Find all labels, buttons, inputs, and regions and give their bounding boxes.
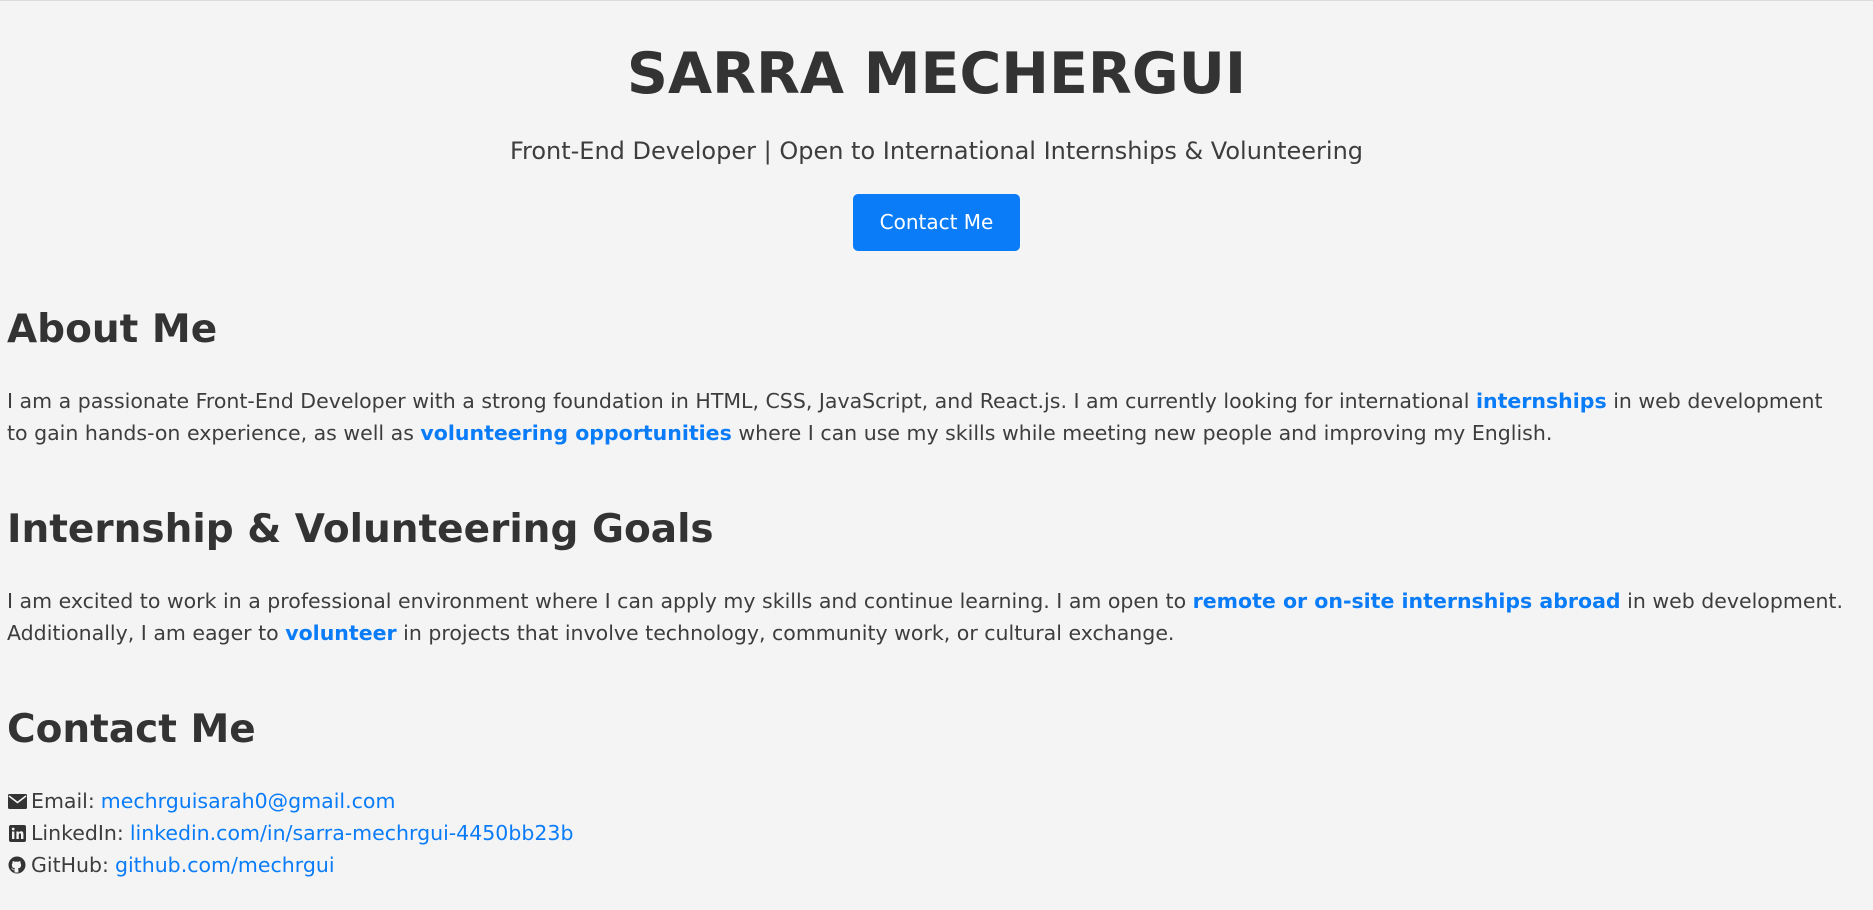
goals-section: Internship & Volunteering Goals I am exc… xyxy=(0,505,1873,649)
internships-abroad-highlight[interactable]: remote or on-site internships abroad xyxy=(1193,589,1621,613)
email-label: Email: xyxy=(31,789,95,813)
volunteer-highlight[interactable]: volunteer xyxy=(285,621,396,645)
goals-text-3: in projects that involve technology, com… xyxy=(396,621,1175,645)
contact-list: Email: mechrguisarah0@gmail.com LinkedIn… xyxy=(7,785,1843,881)
top-divider xyxy=(0,0,1873,1)
envelope-icon xyxy=(7,791,27,811)
linkedin-icon xyxy=(7,823,27,843)
github-label: GitHub: xyxy=(31,853,109,877)
github-link[interactable]: github.com/mechrgui xyxy=(115,849,335,881)
contact-item-email: Email: mechrguisarah0@gmail.com xyxy=(7,785,1843,817)
page-subtitle: Front-End Developer | Open to Internatio… xyxy=(509,137,1364,165)
contact-me-button[interactable]: Contact Me xyxy=(853,194,1020,251)
about-title: About Me xyxy=(7,307,218,352)
about-paragraph: I am a passionate Front-End Developer wi… xyxy=(7,385,1843,449)
contact-item-linkedin: LinkedIn: linkedin.com/in/sarra-mechrgui… xyxy=(7,817,1843,849)
goals-paragraph: I am excited to work in a professional e… xyxy=(7,585,1843,649)
hero-header: SARRA MECHERGUI Front-End Developer | Op… xyxy=(0,0,1873,251)
goals-title: Internship & Volunteering Goals xyxy=(7,507,714,552)
github-icon xyxy=(7,855,27,875)
page-title: SARRA MECHERGUI xyxy=(626,41,1247,107)
goals-text-1: I am excited to work in a professional e… xyxy=(7,589,1193,613)
about-section: About Me I am a passionate Front-End Dev… xyxy=(0,305,1873,449)
contact-title: Contact Me xyxy=(7,707,256,752)
contact-item-github: GitHub: github.com/mechrgui xyxy=(7,849,1843,881)
about-text-3: where I can use my skills while meeting … xyxy=(731,421,1553,445)
contact-section: Contact Me Email: mechrguisarah0@gmail.c… xyxy=(0,705,1873,881)
volunteering-opportunities-highlight[interactable]: volunteering opportunities xyxy=(420,421,731,445)
email-link[interactable]: mechrguisarah0@gmail.com xyxy=(101,785,396,817)
internships-highlight[interactable]: internships xyxy=(1476,389,1607,413)
linkedin-label: LinkedIn: xyxy=(31,821,124,845)
linkedin-link[interactable]: linkedin.com/in/sarra-mechrgui-4450bb23b xyxy=(130,817,574,849)
about-text-1: I am a passionate Front-End Developer wi… xyxy=(7,389,1476,413)
